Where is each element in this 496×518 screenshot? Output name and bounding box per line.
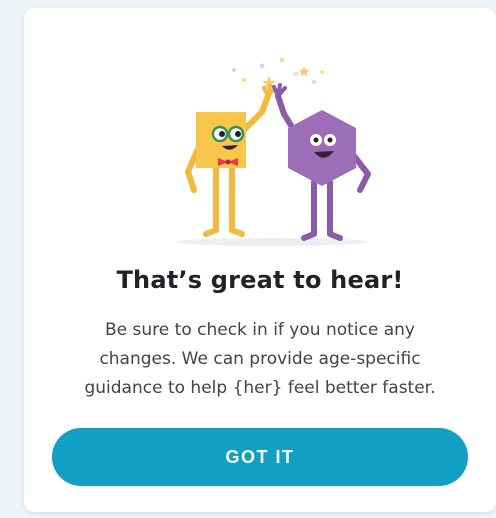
dialog-message: Be sure to check in if you notice any ch…	[84, 320, 436, 398]
hexagon-character-icon	[272, 83, 371, 241]
sparkles-icon	[232, 58, 324, 89]
dialog-title: That’s great to hear!	[116, 266, 404, 294]
confirmation-card: That’s great to hear! Be sure to check i…	[24, 8, 496, 512]
got-it-button[interactable]: GOT IT	[52, 428, 468, 486]
high-five-characters-illustration	[176, 58, 371, 246]
square-character-icon	[185, 84, 276, 237]
